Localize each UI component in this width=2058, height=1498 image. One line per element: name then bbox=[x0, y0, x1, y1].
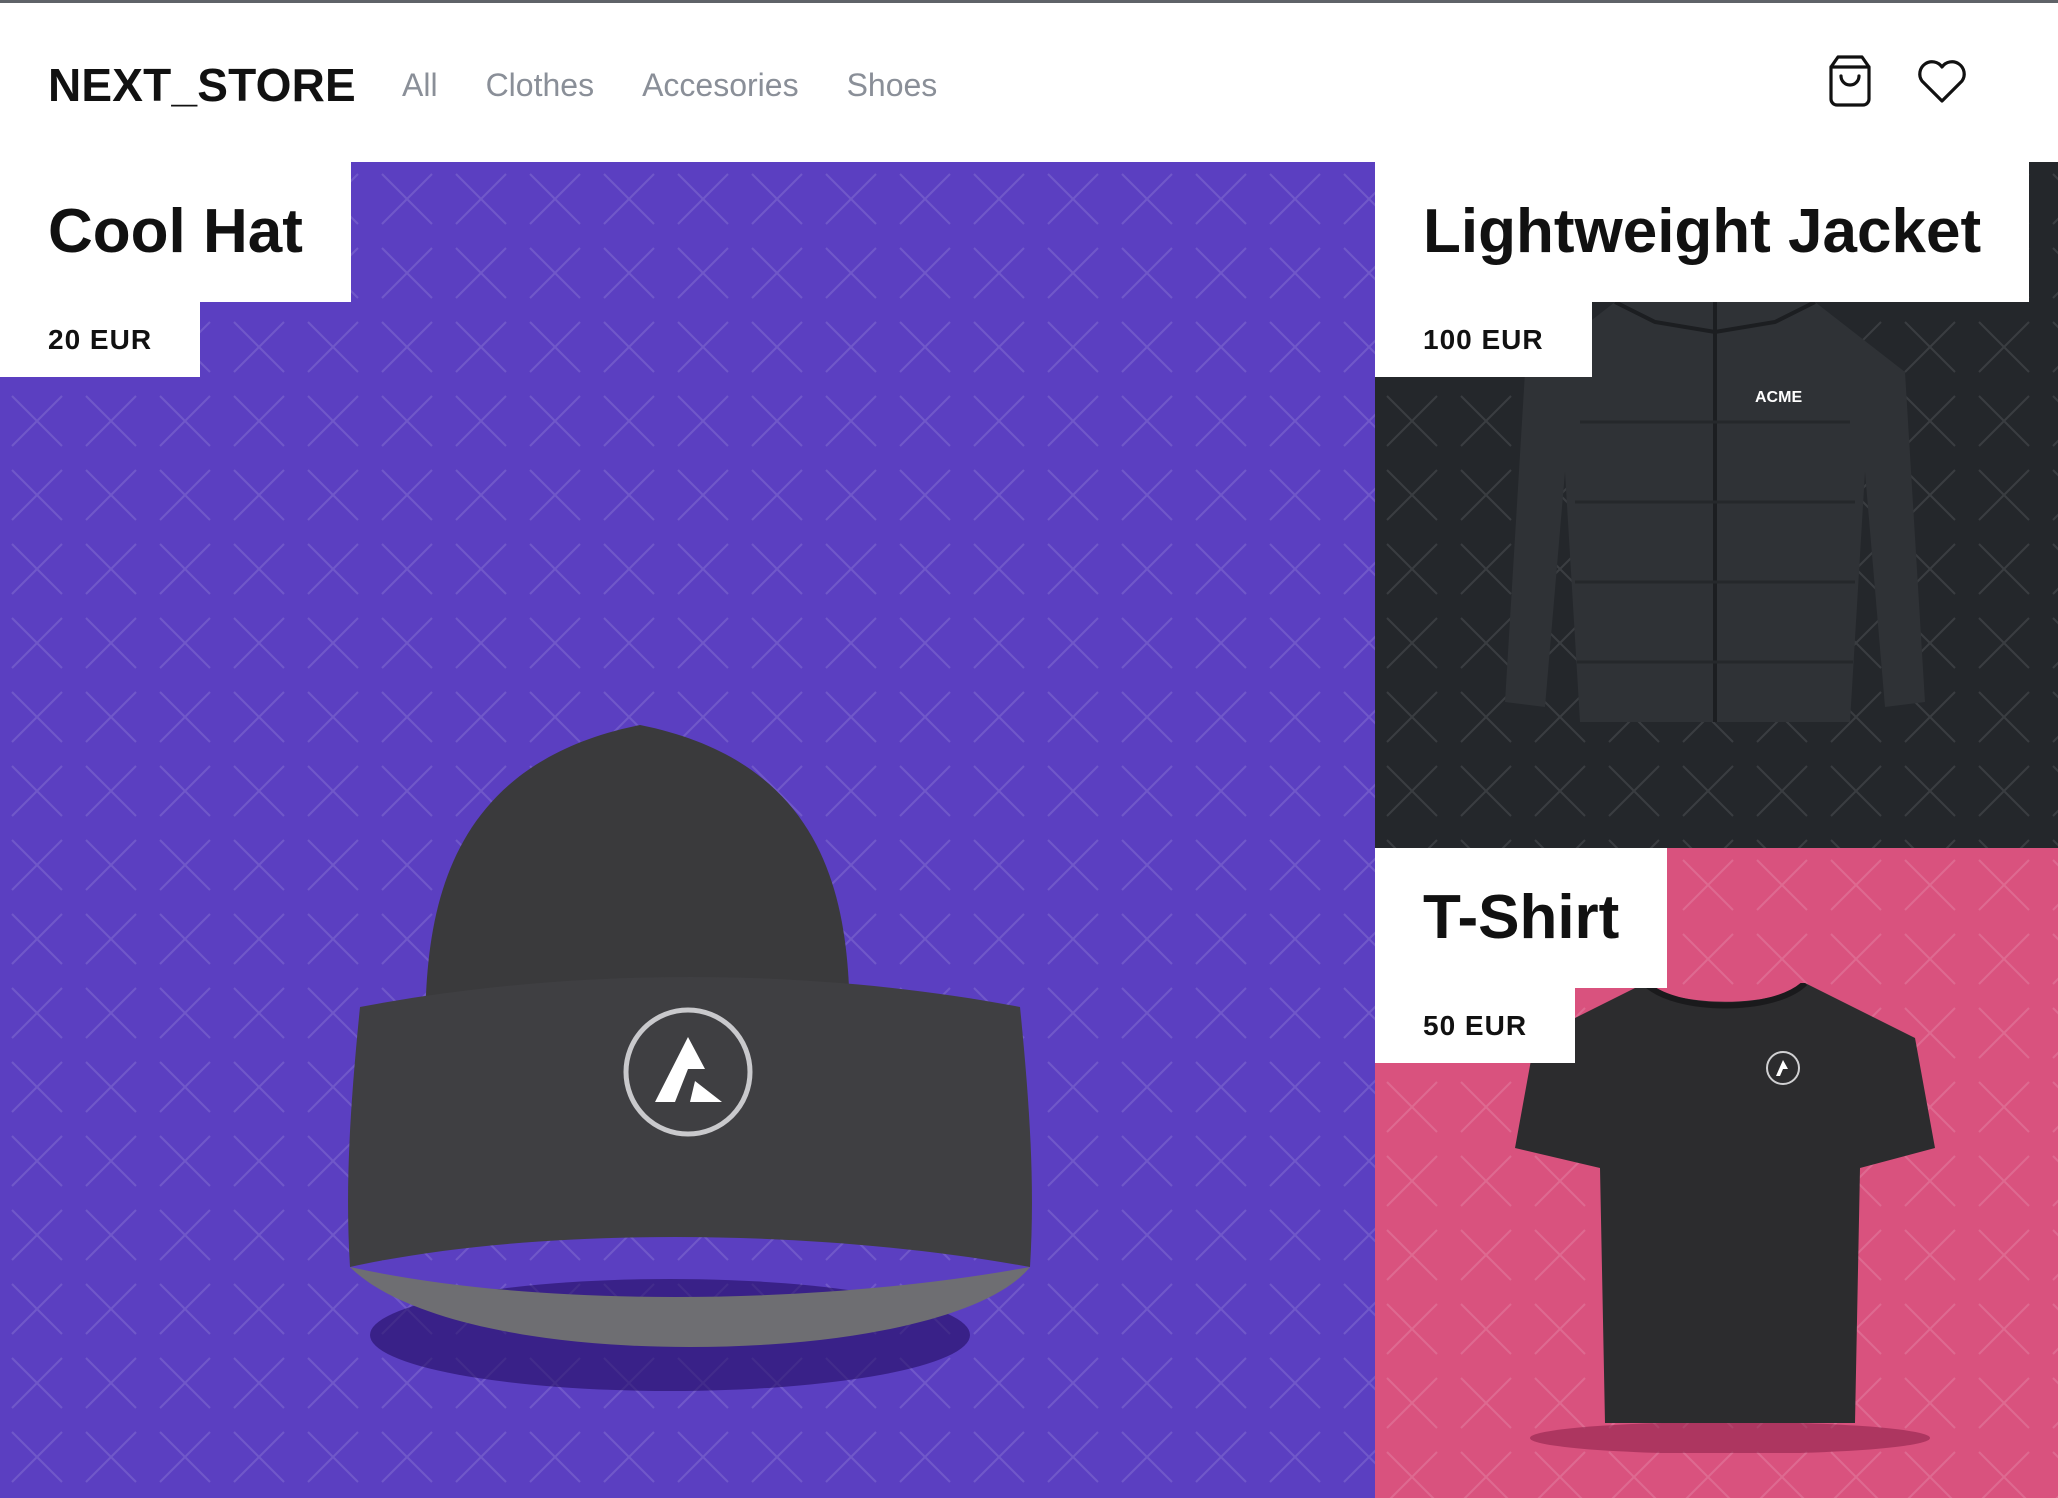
store-logo[interactable]: NEXT_STORE bbox=[48, 57, 356, 113]
nav-item-clothes[interactable]: Clothes bbox=[486, 64, 595, 106]
jacket-print-acme: ACME bbox=[1755, 389, 1802, 406]
product-price: 100 EUR bbox=[1375, 302, 1592, 377]
product-title: Lightweight Jacket bbox=[1375, 162, 2030, 302]
product-card-t-shirt[interactable]: T-Shirt 50 EUR bbox=[1375, 848, 2058, 1498]
product-price: 20 EUR bbox=[0, 302, 201, 377]
tshirt-image bbox=[1515, 983, 1935, 1453]
product-card-cool-hat[interactable]: Cool Hat 20 EUR bbox=[0, 162, 1375, 1498]
product-card-lightweight-jacket[interactable]: ACME Lightweight Jacket 100 EUR bbox=[1375, 162, 2058, 848]
product-title: T-Shirt bbox=[1375, 848, 1668, 988]
nav-item-shoes[interactable]: Shoes bbox=[847, 64, 938, 106]
beanie-image bbox=[348, 725, 1032, 1391]
product-price: 50 EUR bbox=[1375, 988, 1576, 1063]
category-nav: All Clothes Accesories Shoes bbox=[402, 64, 937, 106]
product-title: Cool Hat bbox=[0, 162, 351, 302]
site-header: NEXT_STORE All Clothes Accesories Shoes bbox=[0, 3, 2058, 162]
nav-item-all[interactable]: All bbox=[402, 64, 438, 106]
shopping-bag-icon[interactable] bbox=[1822, 53, 1878, 109]
heart-icon[interactable] bbox=[1914, 53, 1970, 109]
nav-item-accesories[interactable]: Accesories bbox=[642, 64, 799, 106]
